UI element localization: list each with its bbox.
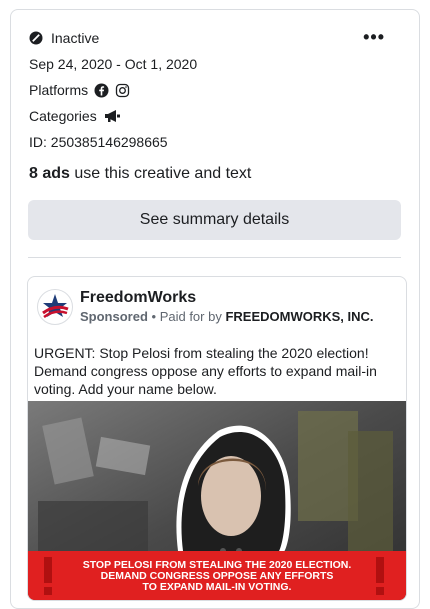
page-name-link[interactable]: FreedomWorks xyxy=(80,289,196,307)
facebook-icon xyxy=(94,83,109,98)
instagram-icon xyxy=(115,83,130,98)
see-summary-details-button[interactable]: See summary details xyxy=(28,200,401,240)
ad-id: ID: 250385146298665 xyxy=(29,134,168,150)
sponsored-label: Sponsored xyxy=(80,309,148,324)
sponsored-line: Sponsored • Paid for by FREEDOMWORKS, IN… xyxy=(80,309,374,324)
ads-count-bold: 8 ads xyxy=(29,165,70,182)
categories-row: Categories xyxy=(29,108,121,124)
ad-creative-image[interactable]: STOP PELOSI FROM STEALING THE 2020 ELECT… xyxy=(28,401,406,601)
ad-library-card: Inactive ••• Sep 24, 2020 - Oct 1, 2020 … xyxy=(10,9,420,609)
ads-count-text: use this creative and text xyxy=(69,165,252,182)
ads-count: 8 ads use this creative and text xyxy=(29,165,251,183)
divider xyxy=(28,257,401,258)
payer-name: FREEDOMWORKS, INC. xyxy=(225,309,374,324)
banner-line-3: TO EXPAND MAIL-IN VOTING. xyxy=(143,581,292,593)
status-row: Inactive xyxy=(29,30,99,46)
platforms-label: Platforms xyxy=(29,82,89,98)
more-options-button[interactable]: ••• xyxy=(363,28,385,46)
freedomworks-logo[interactable] xyxy=(37,289,73,325)
categories-label: Categories xyxy=(29,108,97,124)
no-entry-icon xyxy=(29,31,43,45)
status-label: Inactive xyxy=(51,30,100,46)
ad-body-text: URGENT: Stop Pelosi from stealing the 20… xyxy=(34,345,377,397)
platforms-row: Platforms xyxy=(29,82,130,98)
run-dates: Sep 24, 2020 - Oct 1, 2020 xyxy=(29,56,198,72)
megaphone-icon xyxy=(103,109,121,123)
paid-for-prefix: Paid for by xyxy=(159,309,226,324)
ad-preview: FreedomWorks Sponsored • Paid for by FRE… xyxy=(27,276,407,601)
separator-dot: • xyxy=(147,309,160,324)
